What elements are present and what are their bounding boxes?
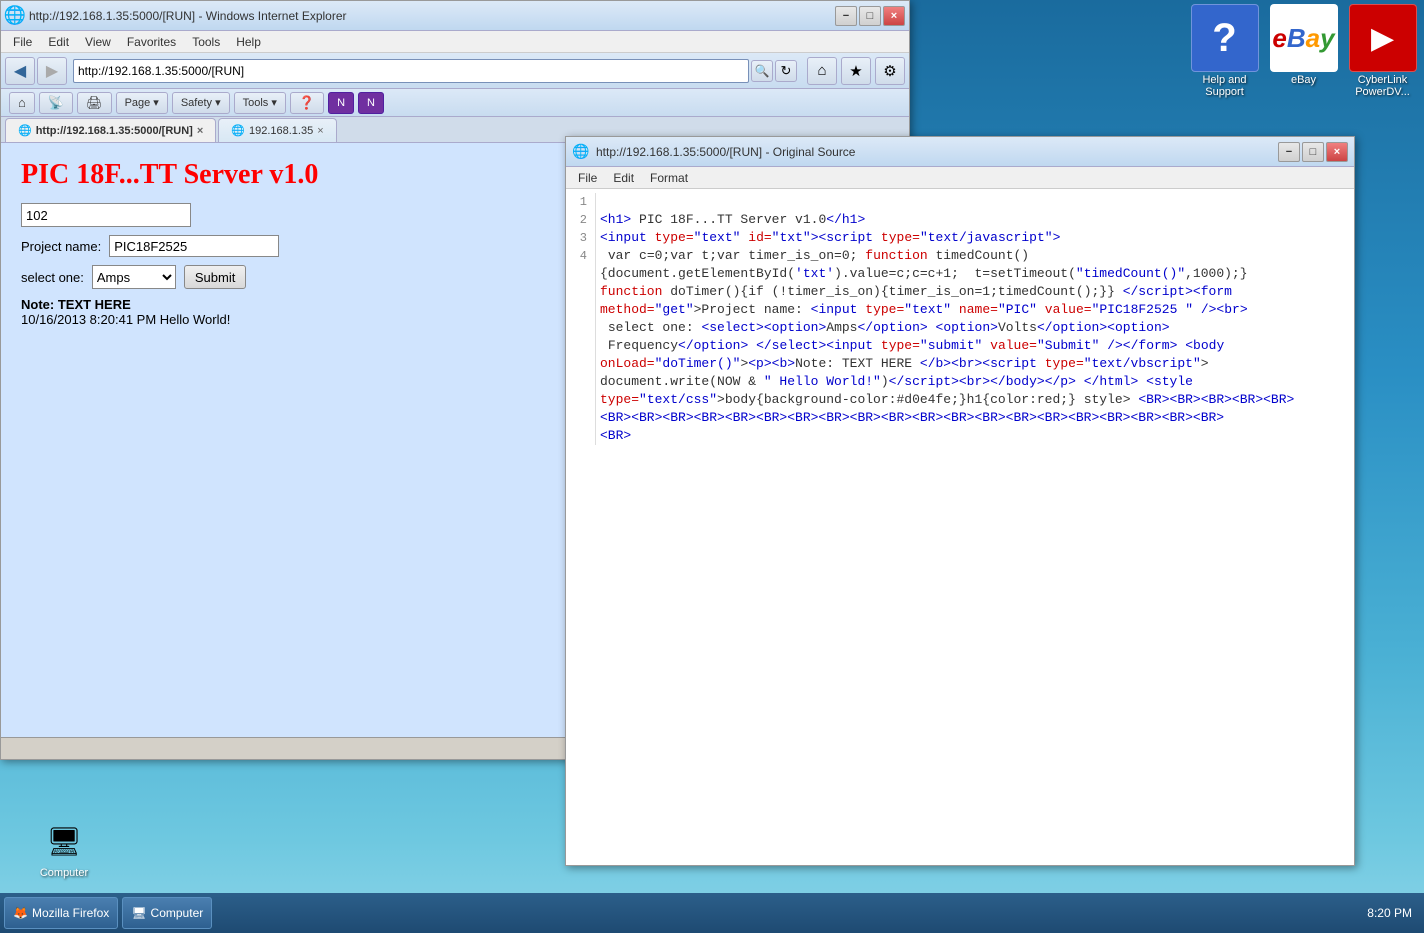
project-label: Project name: xyxy=(21,239,101,254)
tab-main-label: http://192.168.1.35:5000/[RUN] xyxy=(36,125,193,137)
fav-btn-safety[interactable]: Safety ▾ xyxy=(172,92,230,114)
back-button[interactable]: ◀ xyxy=(5,57,35,85)
source-maximize-button[interactable]: □ xyxy=(1302,142,1324,162)
taskbar-time: 8:20 PM xyxy=(1359,906,1420,920)
menu-edit[interactable]: Edit xyxy=(40,33,77,51)
top-icons-area: ? Help and Support eBay eBay ▶ CyberLink… xyxy=(1183,0,1424,102)
tab-main-icon: 🌐 xyxy=(18,124,32,137)
source-minimize-button[interactable]: − xyxy=(1278,142,1300,162)
home-button[interactable]: ⌂ xyxy=(807,57,837,85)
search-icon[interactable]: 🔍 xyxy=(751,60,773,82)
source-line-1: 1 xyxy=(566,193,1354,211)
source-window: 🌐 http://192.168.1.35:5000/[RUN] - Origi… xyxy=(565,136,1355,866)
firefox-icon: 🦊 xyxy=(13,906,28,920)
print-icon: 🖨 xyxy=(86,95,103,111)
project-input[interactable] xyxy=(109,235,279,257)
desktop-icon-computer[interactable]: 🖥 Computer xyxy=(24,813,104,883)
fav-btn-home[interactable]: ⌂ xyxy=(9,92,35,114)
minimize-button[interactable]: − xyxy=(835,6,857,26)
fav-btn-page[interactable]: Page ▾ xyxy=(116,92,168,114)
maximize-button[interactable]: □ xyxy=(859,6,881,26)
cyberlink-icon[interactable]: ▶ CyberLink PowerDV... xyxy=(1345,4,1420,98)
select-dropdown[interactable]: Amps Volts Frequency xyxy=(92,265,176,289)
refresh-button[interactable]: ↻ xyxy=(775,60,797,82)
source-line-2: 2 <h1> PIC 18F...TT Server v1.0</h1> xyxy=(566,211,1354,229)
menu-view[interactable]: View xyxy=(77,33,119,51)
tab-secondary-label: 192.168.1.35 xyxy=(249,125,313,137)
ie-icon: 🌐 xyxy=(5,6,25,26)
source-menu-file[interactable]: File xyxy=(570,169,605,187)
home-fav-icon: ⌂ xyxy=(18,95,26,110)
computer-taskbar-label: Computer xyxy=(151,906,204,920)
source-line-4: 4 var c=0;var t;var timer_is_on=0; funct… xyxy=(566,247,1354,445)
source-titlebar-buttons: − □ × xyxy=(1278,142,1348,162)
second-toolbar: ⌂ 📡 🖨 Page ▾ Safety ▾ Tools ▾ ❓ N N xyxy=(1,89,909,117)
source-close-button[interactable]: × xyxy=(1326,142,1348,162)
help-support-icon[interactable]: ? Help and Support xyxy=(1187,4,1262,98)
favorites-button[interactable]: ★ xyxy=(841,57,871,85)
firefox-label: Mozilla Firefox xyxy=(32,906,109,920)
computer-icon-label: Computer xyxy=(40,867,88,879)
source-title-text: http://192.168.1.35:5000/[RUN] - Origina… xyxy=(596,145,1278,159)
cyberlink-label: CyberLink PowerDV... xyxy=(1345,74,1420,98)
source-ie-icon: 🌐 xyxy=(572,143,590,161)
counter-input[interactable] xyxy=(21,203,191,227)
menu-file[interactable]: File xyxy=(5,33,40,51)
computer-taskbar-icon: 🖥 xyxy=(131,906,146,920)
taskbar: 🦊 Mozilla Firefox 🖥 Computer 8:20 PM xyxy=(0,893,1424,933)
submit-button[interactable]: Submit xyxy=(184,265,246,289)
source-menubar: File Edit Format xyxy=(566,167,1354,189)
source-titlebar: 🌐 http://192.168.1.35:5000/[RUN] - Origi… xyxy=(566,137,1354,167)
browser-toolbar: ◀ ▶ 🔍 ↻ ⌂ ★ ⚙ xyxy=(1,53,909,89)
taskbar-computer[interactable]: 🖥 Computer xyxy=(122,897,212,929)
menu-tools[interactable]: Tools xyxy=(184,33,228,51)
source-menu-format[interactable]: Format xyxy=(642,169,696,187)
fav-btn-help[interactable]: ❓ xyxy=(290,92,324,114)
fav-btn-print[interactable]: 🖨 xyxy=(77,92,112,114)
source-content[interactable]: 1 2 <h1> PIC 18F...TT Server v1.0</h1> 3… xyxy=(566,189,1354,865)
select-label: select one: xyxy=(21,270,84,285)
browser-menubar: File Edit View Favorites Tools Help xyxy=(1,31,909,53)
source-line-3: 3 <input type="text" id="txt"><script ty… xyxy=(566,229,1354,247)
rss-icon: 📡 xyxy=(48,95,64,111)
ebay-label: eBay xyxy=(1291,74,1316,86)
menu-help[interactable]: Help xyxy=(228,33,269,51)
forward-button[interactable]: ▶ xyxy=(37,57,67,85)
tab-main-close[interactable]: × xyxy=(197,125,203,137)
fav-btn-tools[interactable]: Tools ▾ xyxy=(234,92,286,114)
fav-btn-onenote2[interactable]: N xyxy=(358,92,384,114)
menu-favorites[interactable]: Favorites xyxy=(119,33,184,51)
browser-titlebar: 🌐 http://192.168.1.35:5000/[RUN] - Windo… xyxy=(1,1,909,31)
source-menu-edit[interactable]: Edit xyxy=(605,169,642,187)
fav-btn-onenote1[interactable]: N xyxy=(328,92,354,114)
address-input[interactable] xyxy=(73,59,749,83)
ebay-icon[interactable]: eBay eBay xyxy=(1266,4,1341,98)
browser-title: http://192.168.1.35:5000/[RUN] - Windows… xyxy=(29,9,835,23)
tab-secondary-close[interactable]: × xyxy=(317,125,323,137)
address-bar-wrapper: 🔍 ↻ xyxy=(73,59,797,83)
tools-button[interactable]: ⚙ xyxy=(875,57,905,85)
fav-btn-rss[interactable]: 📡 xyxy=(39,92,73,114)
close-button[interactable]: × xyxy=(883,6,905,26)
tab-secondary[interactable]: 🌐 192.168.1.35 × xyxy=(218,118,336,142)
titlebar-buttons: − □ × xyxy=(835,6,905,26)
taskbar-firefox[interactable]: 🦊 Mozilla Firefox xyxy=(4,897,118,929)
computer-icon: 🖥 xyxy=(40,817,88,865)
tab-secondary-icon: 🌐 xyxy=(231,124,245,137)
help-support-label: Help and Support xyxy=(1187,74,1262,98)
tab-main[interactable]: 🌐 http://192.168.1.35:5000/[RUN] × xyxy=(5,118,216,142)
